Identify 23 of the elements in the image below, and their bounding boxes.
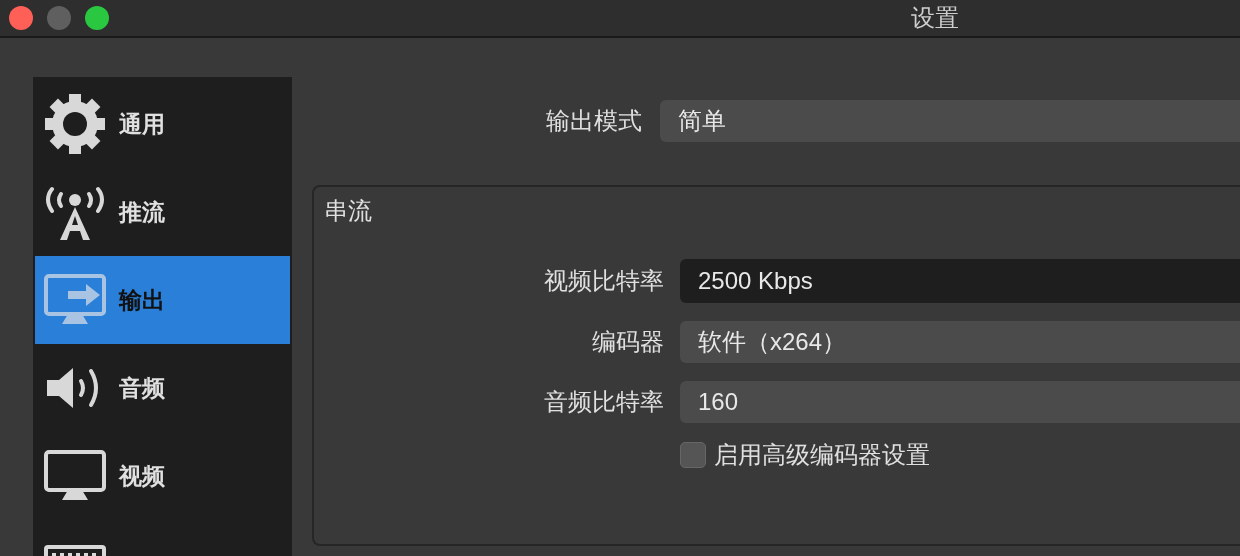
checkbox-label: 启用高级编码器设置	[714, 440, 930, 470]
sidebar-item[interactable]: 通用	[35, 80, 290, 168]
group-title: 串流	[324, 196, 373, 226]
window-title: 设置	[911, 3, 959, 33]
dropdown[interactable]: 160	[680, 381, 1240, 423]
checkbox[interactable]	[680, 442, 706, 468]
input-field[interactable]: 2500 Kbps	[680, 259, 1240, 303]
sidebar-item[interactable]: 视频	[35, 432, 290, 520]
sidebar-item[interactable]: 推流	[35, 168, 290, 256]
zoom-button[interactable]	[85, 6, 109, 30]
dropdown[interactable]: 简单	[660, 100, 1240, 142]
keyboard-icon	[44, 545, 106, 556]
monitor-arrow-icon	[44, 274, 106, 326]
close-button[interactable]	[9, 6, 33, 30]
sidebar-item[interactable]: 输出	[35, 256, 290, 344]
settings-icon	[44, 93, 106, 155]
field-label: 视频比特率	[543, 266, 665, 296]
sidebar-item[interactable]: 音频	[35, 344, 290, 432]
field-label: 音频比特率	[543, 387, 665, 417]
field-label: 编码器	[591, 327, 665, 357]
field-label: 输出模式	[545, 106, 643, 136]
dropdown[interactable]: 软件（x264）	[680, 321, 1240, 363]
monitor-icon	[44, 450, 106, 502]
